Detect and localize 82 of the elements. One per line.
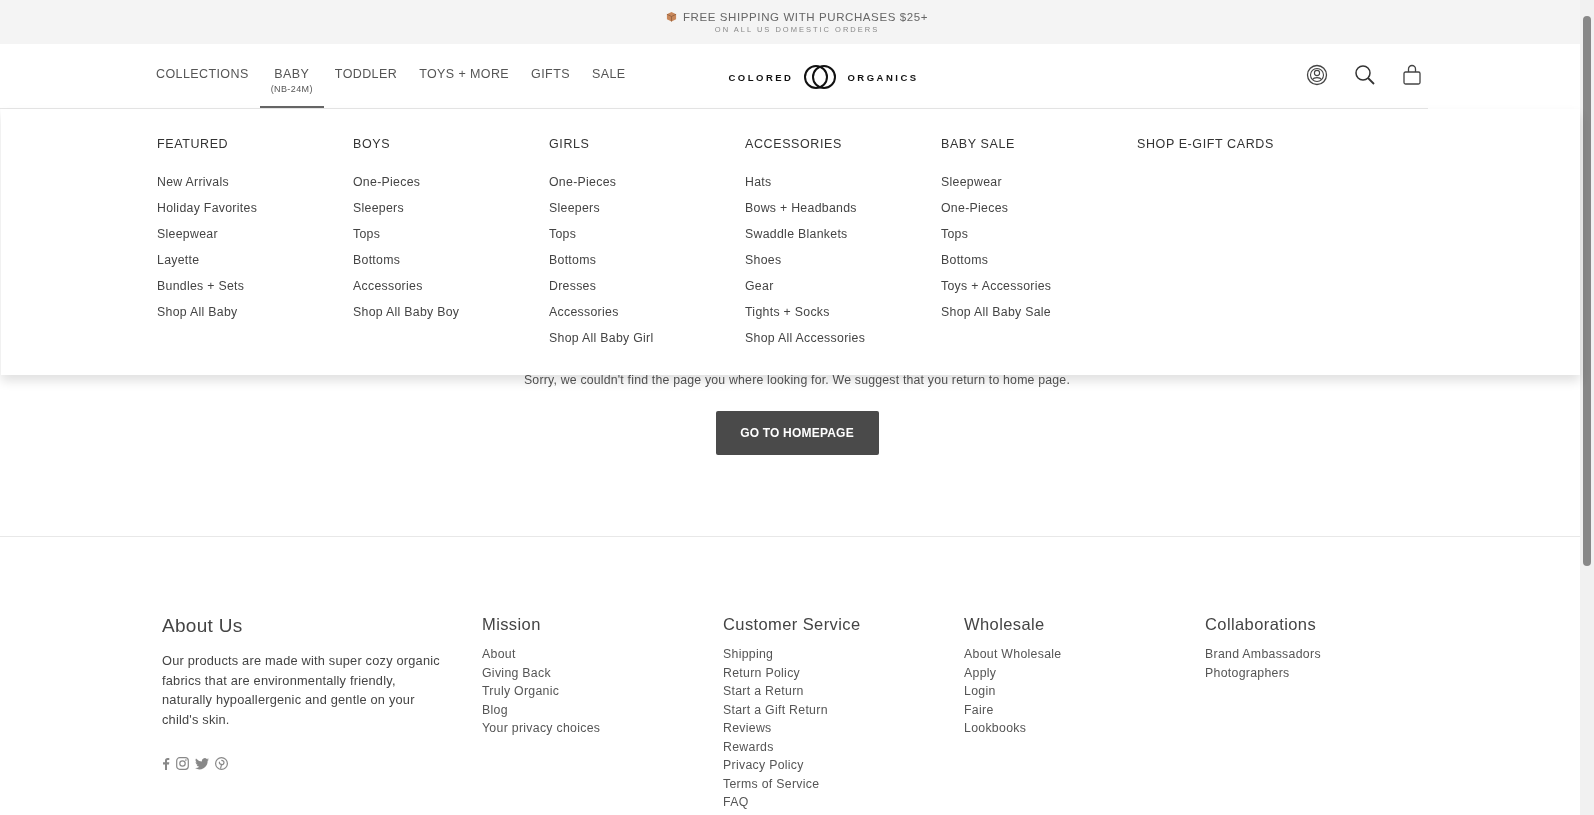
footer-heading: About Us [162, 615, 244, 637]
homepage-button[interactable]: GO TO HOMEPAGE [715, 411, 879, 455]
footer-link[interactable]: Start a Return [723, 682, 804, 701]
menu-link[interactable]: Sleepwear [941, 169, 1002, 195]
menu-link[interactable]: Bottoms [549, 247, 597, 273]
menu-link[interactable]: Tops [941, 221, 969, 247]
pinterest-icon[interactable] [215, 757, 228, 770]
footer-link[interactable]: Brand Ambassadors [1205, 645, 1321, 664]
menu-link[interactable]: Shop All Baby [157, 299, 238, 325]
footer-link[interactable]: Shipping [723, 645, 774, 664]
menu-heading[interactable]: FEATURED [157, 137, 229, 151]
footer-link[interactable]: Start a Gift Return [723, 700, 828, 719]
nav-tab[interactable]: COLLECTIONS [156, 44, 260, 108]
menu-heading[interactable]: BOYS [353, 137, 391, 151]
menu-heading[interactable]: BABY SALE [941, 137, 1015, 151]
menu-link[interactable]: Shop All Baby Girl [549, 325, 654, 351]
facebook-icon[interactable] [162, 757, 170, 770]
menu-link[interactable]: Accessories [549, 299, 619, 325]
menu-link[interactable]: Shop All Baby Sale [941, 299, 1051, 325]
menu-link[interactable]: Bottoms [941, 247, 989, 273]
menu-link[interactable]: One-Pieces [353, 169, 421, 195]
footer-link[interactable]: FAQ [723, 793, 749, 812]
menu-link[interactable]: Shop All Baby Boy [353, 299, 460, 325]
instagram-icon[interactable] [176, 757, 189, 770]
menu-link[interactable]: Dresses [549, 273, 597, 299]
footer-heading: Customer Service [723, 615, 861, 634]
footer-link[interactable]: Login [964, 682, 996, 701]
footer-link[interactable]: Lookbooks [964, 719, 1027, 738]
footer-link[interactable]: Reviews [723, 719, 772, 738]
package-icon [665, 11, 677, 22]
footer-link[interactable]: Terms of Service [723, 774, 820, 793]
footer-heading: Collaborations [1205, 615, 1317, 634]
menu-link[interactable]: Bottoms [353, 247, 401, 273]
footer-link[interactable]: Apply [964, 663, 997, 682]
menu-link[interactable]: Sleepwear [157, 221, 218, 247]
shopping-bag-icon[interactable] [1402, 64, 1422, 86]
footer-link[interactable]: About [482, 645, 516, 664]
menu-link[interactable]: Tops [353, 221, 381, 247]
menu-link[interactable]: Shoes [745, 247, 782, 273]
footer-heading: Mission [482, 615, 541, 634]
footer-link[interactable]: Your privacy choices [482, 719, 601, 738]
about-text: Our products are made with super cozy organic fabrics that are environmentally friendly, naturally hypoallergenic and gentle on your child's skin. [162, 652, 441, 729]
menu-heading[interactable]: SHOP E-GIFT CARDS [1137, 137, 1274, 151]
footer-link[interactable]: Privacy Policy [723, 756, 804, 775]
menu-link[interactable]: Layette [157, 247, 200, 273]
menu-link[interactable]: Bundles + Sets [157, 273, 245, 299]
footer-link[interactable]: Giving Back [482, 663, 551, 682]
menu-link[interactable]: One-Pieces [941, 195, 1009, 221]
menu-heading[interactable]: ACCESSORIES [745, 137, 842, 151]
footer-link[interactable]: Photographers [1205, 663, 1290, 682]
menu-link[interactable]: Accessories [353, 273, 423, 299]
menu-link[interactable]: Tops [549, 221, 577, 247]
twitter-icon[interactable] [195, 757, 209, 770]
menu-link[interactable]: Toys + Accessories [941, 273, 1052, 299]
footer-heading: Wholesale [964, 615, 1045, 634]
menu-link[interactable]: Sleepers [549, 195, 600, 221]
menu-link[interactable]: Hats [745, 169, 772, 195]
menu-link[interactable]: Tights + Socks [745, 299, 830, 325]
error-message: Sorry, we couldn't find the page you where looking for. We suggest that you return to home page. [523, 373, 1071, 387]
footer-link[interactable]: Return Policy [723, 663, 801, 682]
menu-link[interactable]: Sleepers [353, 195, 404, 221]
menu-heading[interactable]: GIRLS [549, 137, 590, 151]
footer-link[interactable]: Rewards [723, 737, 774, 756]
nav-tab[interactable]: GIFTS [520, 44, 581, 108]
brand-logo[interactable]: COLORED ORGANICS [728, 64, 919, 90]
search-icon[interactable] [1354, 64, 1376, 86]
account-icon[interactable] [1306, 64, 1328, 86]
nav-tab[interactable]: TOYS + MORE [408, 44, 521, 108]
footer-link[interactable]: Blog [482, 700, 508, 719]
menu-link[interactable]: Shop All Accessories [745, 325, 866, 351]
menu-link[interactable]: Holiday Favorites [157, 195, 258, 221]
menu-link[interactable]: Gear [745, 273, 774, 299]
menu-link[interactable]: One-Pieces [549, 169, 617, 195]
footer-link[interactable]: Faire [964, 700, 994, 719]
footer-link[interactable]: About Wholesale [964, 645, 1062, 664]
nav-tab[interactable]: SALE [580, 44, 637, 108]
menu-link[interactable]: New Arrivals [157, 169, 229, 195]
menu-link[interactable]: Swaddle Blankets [745, 221, 848, 247]
footer-link[interactable]: Truly Organic [482, 682, 560, 701]
shipping-promo: FREE SHIPPING WITH PURCHASES $25+ [682, 10, 929, 23]
menu-link[interactable]: Bows + Headbands [745, 195, 857, 221]
nav-tab[interactable]: TODDLER [323, 44, 409, 108]
